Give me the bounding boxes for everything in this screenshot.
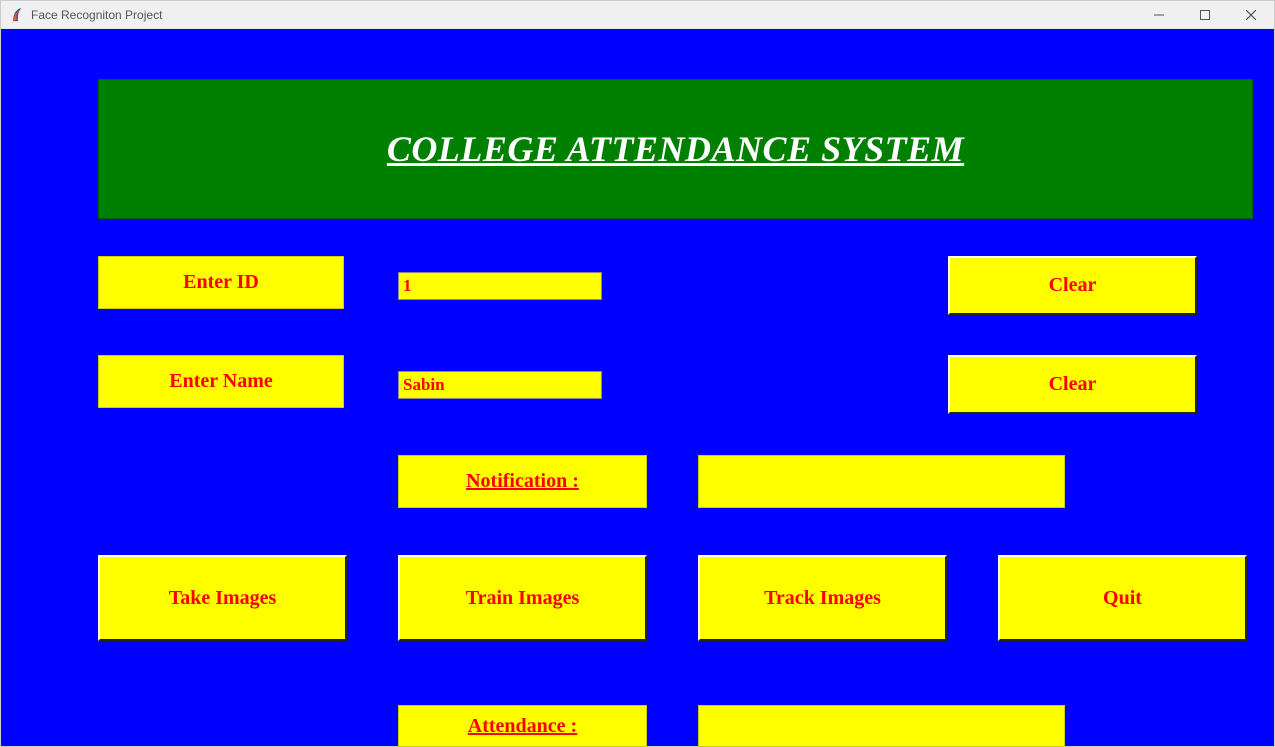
attendance-output (698, 705, 1065, 747)
notification-label: Notification : (398, 455, 647, 508)
notification-output (698, 455, 1065, 508)
label-text: Notification : (466, 470, 579, 493)
train-images-button[interactable]: Train Images (398, 555, 647, 641)
button-label: Train Images (466, 587, 580, 610)
titlebar: Face Recogniton Project (1, 1, 1274, 29)
input-value: 1 (403, 276, 412, 296)
attendance-label: Attendance : (398, 705, 647, 747)
label-text: Enter Name (169, 370, 273, 393)
button-label: Clear (1049, 373, 1097, 396)
window-minimize-button[interactable] (1136, 1, 1182, 29)
clear-id-button[interactable]: Clear (948, 256, 1197, 315)
enter-id-label: Enter ID (98, 256, 344, 309)
button-label: Quit (1103, 587, 1142, 610)
input-value: Sabin (403, 375, 445, 395)
quit-button[interactable]: Quit (998, 555, 1247, 641)
clear-name-button[interactable]: Clear (948, 355, 1197, 414)
window-close-button[interactable] (1228, 1, 1274, 29)
title-text: COLLEGE ATTENDANCE SYSTEM (387, 128, 964, 170)
button-label: Clear (1049, 274, 1097, 297)
take-images-button[interactable]: Take Images (98, 555, 347, 641)
window-title: Face Recogniton Project (31, 8, 162, 22)
name-input[interactable]: Sabin (398, 371, 602, 399)
id-input[interactable]: 1 (398, 272, 602, 300)
label-text: Enter ID (183, 271, 259, 294)
app-window: Face Recogniton Project COLLEGE ATTENDAN… (0, 0, 1275, 747)
button-label: Track Images (764, 587, 881, 610)
enter-name-label: Enter Name (98, 355, 344, 408)
tk-feather-icon (9, 7, 25, 23)
window-maximize-button[interactable] (1182, 1, 1228, 29)
client-area: COLLEGE ATTENDANCE SYSTEM Enter ID 1 Cle… (1, 29, 1274, 746)
track-images-button[interactable]: Track Images (698, 555, 947, 641)
title-banner: COLLEGE ATTENDANCE SYSTEM (98, 79, 1253, 219)
button-label: Take Images (169, 587, 277, 610)
label-text: Attendance : (468, 715, 577, 738)
